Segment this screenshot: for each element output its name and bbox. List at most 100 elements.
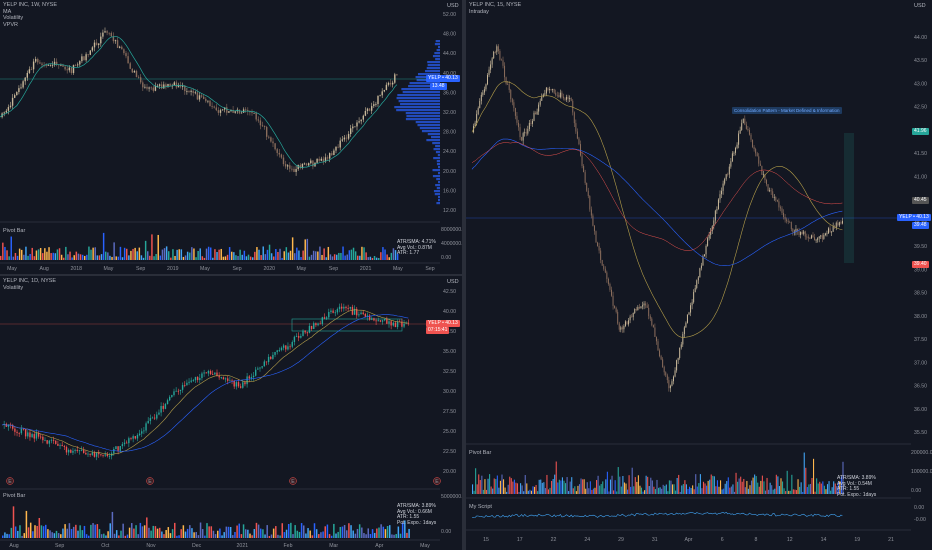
candle [171, 395, 173, 397]
candle [638, 307, 640, 309]
candle [138, 433, 141, 435]
price-chart[interactable]: 42.5040.0037.5035.0032.5030.0027.5025.00… [0, 276, 462, 550]
vpvr-bar [436, 178, 440, 181]
chart-pane-weekly[interactable]: YELP INC, 1W, NYSE MA Volatility VPVR US… [0, 0, 462, 274]
volume-bar [156, 528, 159, 538]
pane-divider-vertical[interactable] [462, 0, 466, 550]
candle [562, 96, 564, 99]
chart-pane-intraday[interactable]: YELP INC, 15, NYSE Intraday USD 44.00 43.… [466, 0, 932, 550]
volume-axis-tick: 100000.00 [911, 469, 932, 475]
candle [671, 381, 673, 386]
candle [213, 106, 215, 108]
volume-bar [346, 530, 348, 538]
symbol-title[interactable]: YELP INC, 1D, NYSE [3, 278, 56, 285]
vpvr-bar [405, 112, 440, 115]
candle [106, 454, 109, 457]
candle [581, 155, 583, 166]
candle [631, 316, 633, 318]
pane-divider-horizontal[interactable] [0, 274, 462, 276]
volume-bar [721, 489, 723, 494]
candle [789, 221, 791, 223]
volatility-stats: ATR/SMA: 3.89% Avg Vol.: 0.54M ATR: 1.55… [837, 475, 877, 498]
volume-bar [107, 252, 109, 260]
candle [575, 123, 577, 132]
volume-bar [611, 475, 613, 494]
volume-bar [608, 491, 610, 494]
candle [810, 235, 812, 239]
volume-bar [210, 526, 213, 538]
candle [261, 366, 263, 368]
price-chart[interactable]: 52.0048.0044.0040.0036.0032.0028.0024.00… [0, 0, 462, 274]
volume-axis-tick: 0.00 [441, 529, 451, 535]
time-axis-tick: 14 [821, 537, 827, 543]
price-axis-tick: 24.00 [443, 149, 456, 155]
volume-bar [306, 238, 309, 260]
price-axis-tick: 28.00 [443, 130, 456, 136]
candle [214, 372, 216, 375]
volume-bar [791, 474, 793, 494]
volume-bar [323, 248, 325, 260]
pane-header: YELP INC, 15, NYSE Intraday [469, 2, 521, 15]
volume-bar [178, 535, 180, 538]
symbol-title[interactable]: YELP INC, 15, NYSE [469, 2, 521, 9]
volume-bar [760, 480, 762, 494]
indicator-vpvr[interactable]: VPVR [3, 22, 57, 29]
volume-bar [285, 529, 288, 538]
volume-bar [139, 522, 142, 538]
volume-bar [761, 475, 763, 494]
indicator-volatility[interactable]: Volatility [3, 285, 56, 292]
volume-bar [21, 249, 23, 260]
time-axis-tick: Nov [146, 543, 156, 549]
volume-bar [4, 532, 6, 538]
volume-bar [94, 524, 96, 538]
volume-bar [701, 488, 703, 494]
vpvr-bar [394, 106, 440, 109]
price-axis-tick: 41.50 [914, 151, 927, 157]
volume-bar [235, 255, 237, 260]
volume-bar [698, 483, 700, 494]
currency-label: USD [447, 279, 459, 285]
volume-bar [521, 485, 523, 494]
volume-bar [523, 491, 525, 494]
vpvr-bar [435, 145, 440, 148]
candle [72, 65, 75, 73]
band-upper [471, 142, 843, 251]
candle [657, 341, 659, 351]
volume-bar [308, 256, 311, 260]
candle [134, 436, 136, 439]
volume-bar [763, 481, 765, 494]
volume-bar [685, 484, 687, 494]
volume-bar [526, 483, 528, 494]
price-axis-tick: 43.50 [914, 58, 927, 64]
candle [338, 306, 341, 310]
volume-bar [743, 478, 745, 494]
candle [787, 221, 789, 222]
candle [276, 149, 278, 153]
chart-pane-daily[interactable]: YELP INC, 1D, NYSE Volatility USD 42.50 4… [0, 276, 462, 550]
candle [360, 312, 362, 315]
volume-bar [75, 251, 78, 260]
candle [20, 428, 23, 434]
candle [634, 308, 636, 313]
volume-bar [182, 525, 185, 538]
volume-bar [782, 481, 784, 494]
price-tag-secondary: 13.48 [430, 83, 447, 90]
annotation-label[interactable]: Consolidation Pattern - Market Defined &… [732, 107, 842, 114]
volume-bar [161, 249, 164, 260]
time-axis-tick: 6 [721, 537, 724, 543]
symbol-title[interactable]: YELP INC, 1W, NYSE [3, 2, 57, 9]
volume-bar [186, 251, 189, 260]
candle [649, 316, 651, 319]
volume-bar [692, 485, 694, 494]
volume-bar [594, 487, 596, 494]
vpvr-bar [400, 103, 440, 106]
vpvr-bar [425, 70, 440, 73]
earnings-marker-label: E [435, 479, 439, 485]
volume-bar [484, 479, 486, 494]
candle [295, 336, 298, 337]
price-chart[interactable]: 44.0043.5043.0042.5042.0041.5041.0040.50… [466, 0, 932, 550]
candle [652, 325, 654, 328]
volume-bar [266, 525, 268, 538]
indicator-intraday[interactable]: Intraday [469, 9, 521, 16]
volume-bar [165, 530, 167, 538]
